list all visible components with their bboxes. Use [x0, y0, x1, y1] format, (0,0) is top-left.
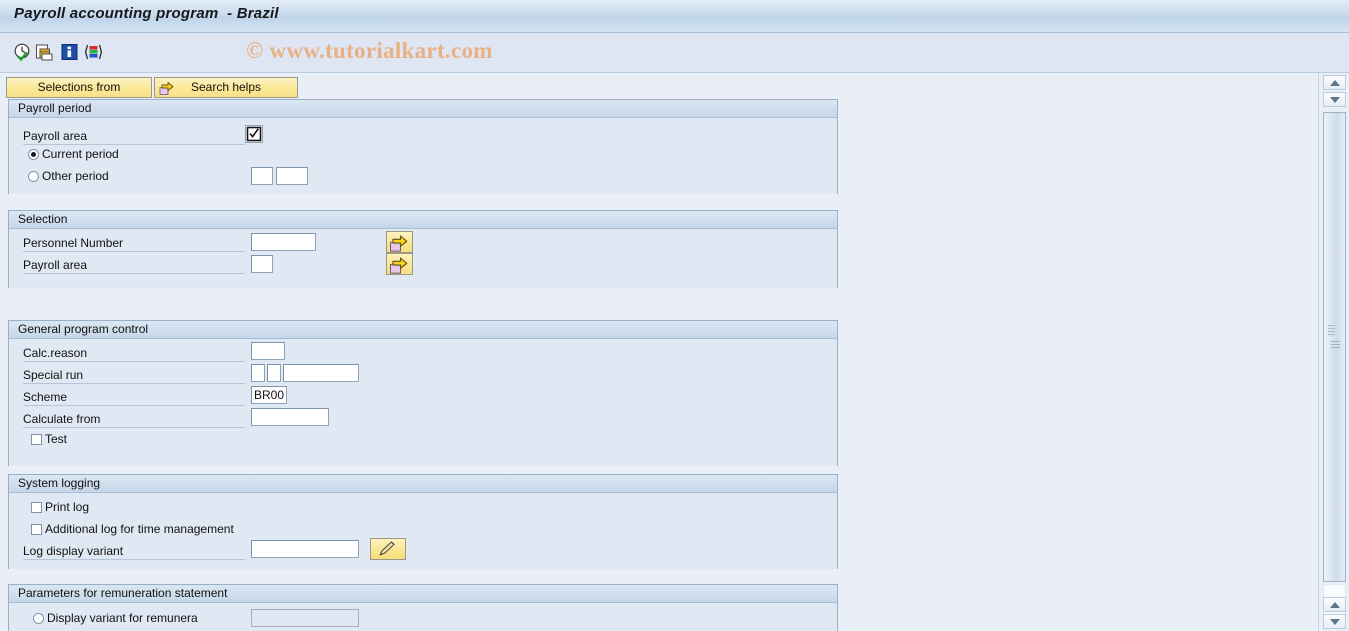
group-general-program-control-body: Calc.reason Special run Scheme Calculate… — [9, 339, 837, 466]
scheme-label: Scheme — [23, 390, 68, 404]
group-payroll-period: Payroll period Payroll area Current peri… — [8, 99, 838, 194]
selection-screen-content: Payroll period Payroll area Current peri… — [0, 99, 1318, 631]
scrollbar-thumb-grip-icon — [1331, 341, 1340, 348]
selection-payroll-area-underline — [23, 273, 245, 274]
special-run-underline — [23, 383, 245, 384]
group-system-logging-body: Print log Additional log for time manage… — [9, 493, 837, 569]
tab-search-helps[interactable]: Search helps — [154, 77, 298, 98]
scroll-page-down-button[interactable] — [1323, 614, 1346, 629]
info-icon[interactable] — [60, 43, 79, 62]
scroll-page-up-button[interactable] — [1323, 597, 1346, 612]
scrollbar-thumb[interactable] — [1323, 112, 1346, 582]
scroll-down-button[interactable] — [1323, 92, 1346, 107]
pencil-icon — [379, 541, 395, 556]
current-period-label: Current period — [42, 147, 119, 161]
other-period-label: Other period — [42, 169, 109, 183]
tab-selections-from-label: Selections from — [37, 80, 121, 94]
splitter-grip-icon[interactable] — [1328, 325, 1335, 337]
display-variant-remuneration-label: Display variant for remunera — [47, 611, 198, 625]
group-system-logging-header: System logging — [9, 475, 837, 493]
group-selection: Selection Personnel Number Payroll area — [8, 210, 838, 288]
test-checkbox[interactable] — [31, 434, 42, 445]
calc-reason-underline — [23, 361, 245, 362]
special-run-label: Special run — [23, 368, 84, 382]
tab-selections-from[interactable]: Selections from — [6, 77, 152, 98]
personnel-number-multi-select-button[interactable] — [386, 231, 413, 253]
display-variant-remuneration-input[interactable] — [251, 609, 359, 627]
vertical-scrollbar[interactable] — [1318, 73, 1349, 631]
log-display-variant-edit-button[interactable] — [370, 538, 406, 560]
group-payroll-period-body: Payroll area Current period Other period — [9, 118, 837, 194]
watermark-text: © www.tutorialkart.com — [246, 38, 493, 63]
tab-search-helps-label: Search helps — [190, 80, 262, 94]
radio-display-variant-remuneration[interactable] — [33, 613, 44, 624]
payroll-area-underline — [23, 144, 245, 145]
radio-current-period[interactable] — [28, 149, 39, 160]
group-selection-body: Personnel Number Payroll area — [9, 229, 837, 288]
selection-payroll-area-input[interactable] — [251, 255, 273, 273]
additional-log-label: Additional log for time management — [45, 522, 234, 536]
log-display-variant-input[interactable] — [251, 540, 359, 558]
log-display-variant-underline — [23, 559, 245, 560]
print-log-label: Print log — [45, 500, 90, 514]
group-remuneration-statement-header: Parameters for remuneration statement — [9, 585, 837, 603]
additional-log-checkbox[interactable] — [31, 524, 42, 535]
execute-icon[interactable] — [13, 43, 32, 62]
log-display-variant-label: Log display variant — [23, 544, 124, 558]
selection-payroll-area-label: Payroll area — [23, 258, 88, 272]
calc-reason-label: Calc.reason — [23, 346, 88, 360]
group-payroll-period-header: Payroll period — [9, 100, 837, 118]
scroll-up-button[interactable] — [1323, 75, 1346, 90]
scroll-up-arrow-icon — [1330, 80, 1340, 86]
page-title: Payroll accounting program - Brazil — [14, 5, 279, 22]
scroll-up-arrow-icon-bottom — [1330, 602, 1340, 608]
personnel-number-underline — [23, 251, 245, 252]
window-title-bar: Payroll accounting program - Brazil — [0, 0, 1349, 33]
scroll-down-arrow-icon — [1330, 97, 1340, 103]
calculate-from-input[interactable] — [251, 408, 329, 426]
calculate-from-underline — [23, 427, 245, 428]
other-period-input-1[interactable] — [251, 167, 273, 185]
layout-icon[interactable] — [84, 43, 103, 62]
special-run-input-2[interactable] — [267, 364, 281, 382]
print-log-checkbox[interactable] — [31, 502, 42, 513]
group-general-program-control: General program control Calc.reason Spec… — [8, 320, 838, 466]
group-remuneration-statement-body: Display variant for remunera — [9, 603, 837, 631]
application-toolbar — [0, 33, 1349, 73]
copy-icon[interactable] — [35, 43, 54, 62]
payroll-area-label: Payroll area — [23, 129, 88, 143]
payroll-area-multi-select-button[interactable] — [386, 253, 413, 275]
calculate-from-label: Calculate from — [23, 412, 101, 426]
group-selection-header: Selection — [9, 211, 837, 229]
group-system-logging: System logging Print log Additional log … — [8, 474, 838, 569]
personnel-number-label: Personnel Number — [23, 236, 124, 250]
radio-other-period[interactable] — [28, 171, 39, 182]
scroll-down-arrow-icon-bottom — [1330, 619, 1340, 625]
calc-reason-input[interactable] — [251, 342, 285, 360]
tab-strip: Selections from Search helps — [0, 77, 1318, 99]
test-label: Test — [45, 432, 68, 446]
other-period-input-2[interactable] — [276, 167, 308, 185]
group-general-program-control-header: General program control — [9, 321, 837, 339]
special-run-input-3[interactable] — [283, 364, 359, 382]
personnel-number-input[interactable] — [251, 233, 316, 251]
group-remuneration-statement: Parameters for remuneration statement Di… — [8, 584, 838, 631]
special-run-input-1[interactable] — [251, 364, 265, 382]
payroll-area-checkbox-button[interactable] — [245, 125, 263, 143]
checkbox-checked-icon — [246, 126, 262, 142]
scheme-underline — [23, 405, 245, 406]
scheme-input[interactable] — [251, 386, 287, 404]
